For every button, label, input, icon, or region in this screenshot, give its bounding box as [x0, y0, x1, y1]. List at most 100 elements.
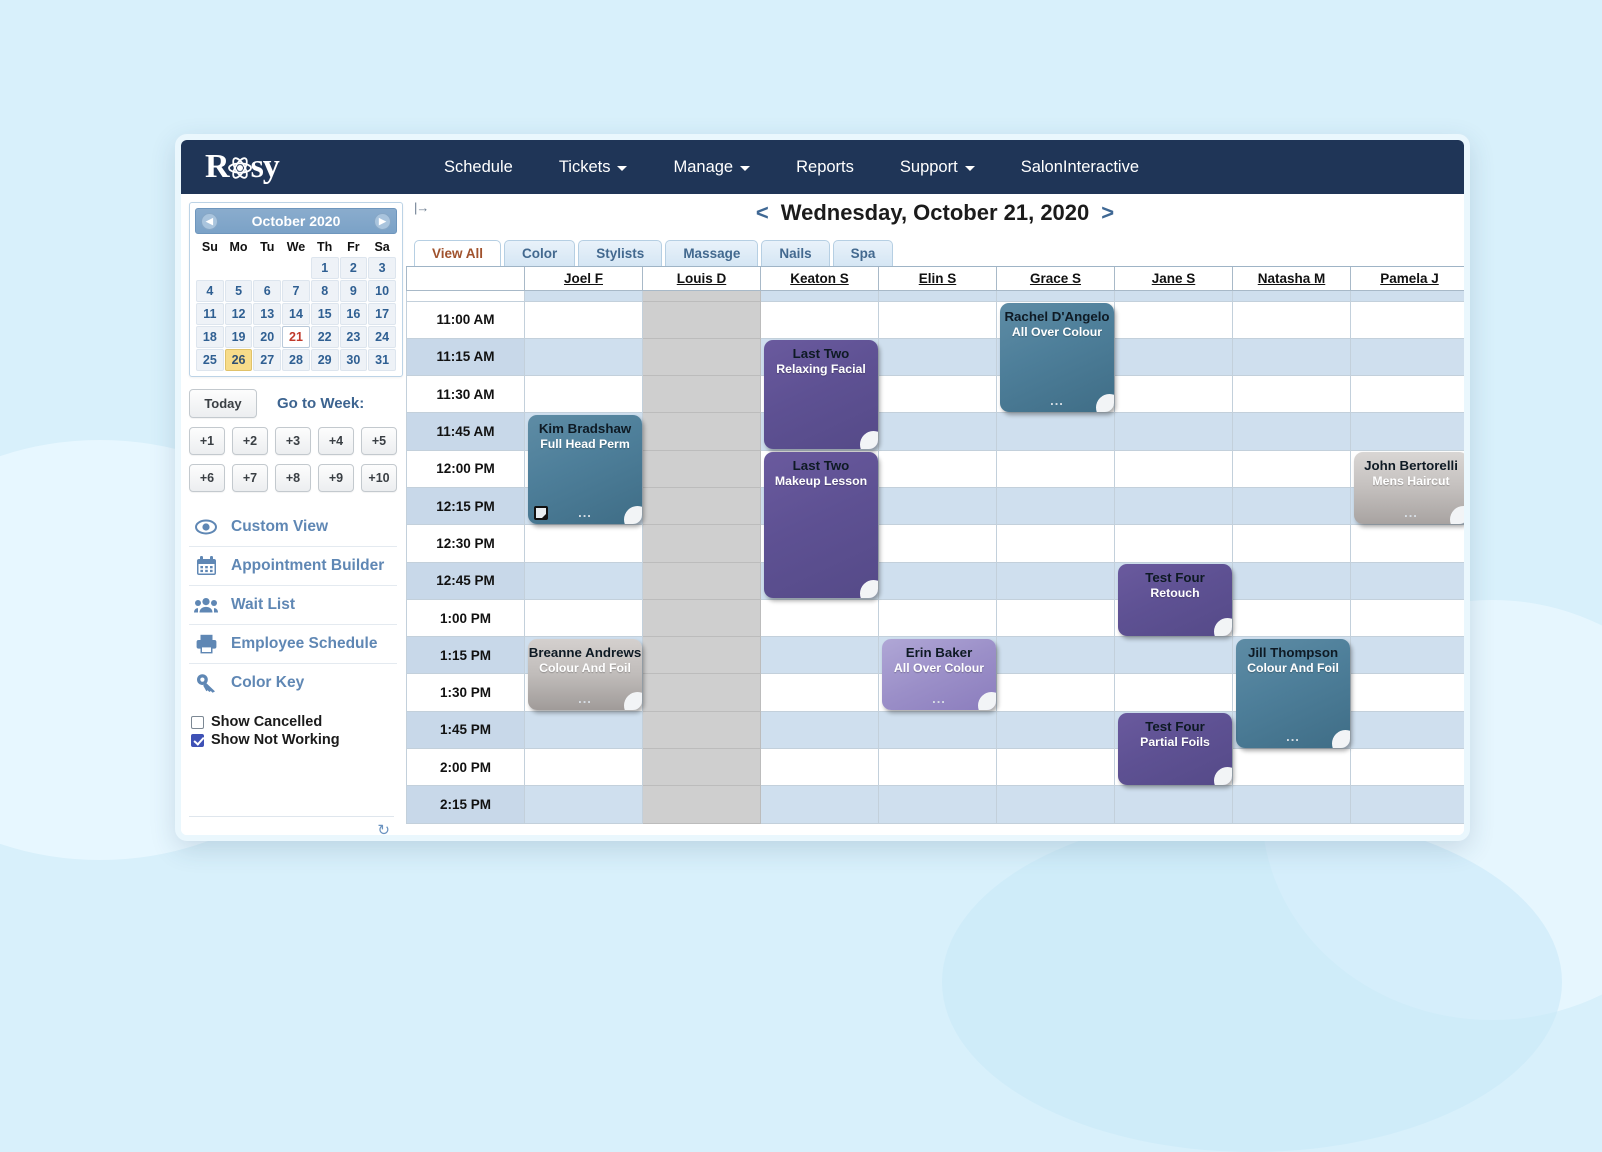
appointment-block[interactable]: Test Four Retouch	[1118, 564, 1232, 636]
week-offset-button-plus1[interactable]: +1	[189, 427, 225, 455]
schedule-slot[interactable]	[1114, 337, 1233, 377]
calendar-day-25[interactable]: 25	[196, 349, 224, 371]
calendar-day-23[interactable]: 23	[339, 326, 368, 348]
schedule-slot[interactable]	[524, 561, 643, 600]
schedule-slot[interactable]	[1232, 337, 1351, 377]
schedule-slot[interactable]	[1232, 598, 1351, 638]
chevron-right-icon[interactable]: ▶	[374, 212, 391, 230]
schedule-slot[interactable]	[1350, 785, 1464, 824]
sidebar-item-wait-list[interactable]: Wait List	[189, 586, 397, 625]
nav-item-saloninteractive[interactable]: SalonInteractive	[998, 158, 1162, 177]
schedule-slot[interactable]	[878, 710, 997, 750]
schedule-slot[interactable]	[760, 300, 879, 339]
week-offset-button-plus8[interactable]: +8	[275, 464, 311, 492]
calendar-day-11[interactable]: 11	[196, 303, 224, 325]
calendar-day-12[interactable]: 12	[224, 303, 253, 325]
calendar-day-15[interactable]: 15	[310, 303, 339, 325]
schedule-slot[interactable]	[642, 524, 761, 563]
schedule-slot[interactable]	[1350, 300, 1464, 339]
schedule-slot[interactable]	[1114, 636, 1233, 675]
schedule-slot[interactable]	[760, 673, 879, 712]
schedule-slot[interactable]	[1232, 785, 1351, 824]
appointment-block[interactable]: Test Four Partial Foils	[1118, 713, 1232, 785]
appointment-resize-handle[interactable]	[860, 431, 878, 450]
prev-day-button[interactable]: <	[756, 200, 769, 225]
schedule-slot[interactable]	[1232, 300, 1351, 339]
column-header-louis-d[interactable]: Louis D	[642, 267, 761, 291]
schedule-slot[interactable]	[760, 748, 879, 787]
schedule-slot[interactable]	[1114, 375, 1233, 414]
schedule-slot[interactable]	[642, 561, 761, 600]
schedule-slot[interactable]	[878, 486, 997, 526]
schedule-slot[interactable]	[760, 710, 879, 750]
calendar-day-24[interactable]: 24	[368, 326, 396, 348]
schedule-slot[interactable]	[760, 636, 879, 675]
nav-item-reports[interactable]: Reports	[773, 158, 877, 177]
schedule-slot[interactable]	[524, 524, 643, 563]
schedule-slot[interactable]	[996, 636, 1115, 675]
schedule-slot[interactable]	[1350, 375, 1464, 414]
schedule-slot[interactable]	[1114, 673, 1233, 712]
schedule-slot[interactable]	[524, 785, 643, 824]
calendar-day-5[interactable]: 5	[224, 280, 253, 302]
tab-spa[interactable]: Spa	[832, 240, 894, 266]
schedule-slot[interactable]	[1232, 375, 1351, 414]
schedule-slot[interactable]	[1350, 337, 1464, 377]
calendar-day-18[interactable]: 18	[196, 326, 224, 348]
week-offset-button-plus3[interactable]: +3	[275, 427, 311, 455]
calendar-day-16[interactable]: 16	[339, 303, 368, 325]
nav-item-tickets[interactable]: Tickets	[536, 158, 651, 177]
schedule-slot[interactable]	[878, 412, 997, 451]
schedule-slot[interactable]	[878, 337, 997, 377]
schedule-slot[interactable]	[1114, 449, 1233, 488]
tab-color[interactable]: Color	[504, 240, 576, 266]
schedule-slot[interactable]	[1114, 412, 1233, 451]
column-header-keaton-s[interactable]: Keaton S	[760, 267, 879, 291]
week-offset-button-plus7[interactable]: +7	[232, 464, 268, 492]
schedule-slot[interactable]	[878, 561, 997, 600]
schedule-slot[interactable]	[642, 375, 761, 414]
nav-item-support[interactable]: Support	[877, 158, 998, 177]
appointment-block[interactable]: Last Two Makeup Lesson	[764, 452, 878, 599]
schedule-slot[interactable]	[524, 300, 643, 339]
schedule-slot[interactable]	[1232, 561, 1351, 600]
sidebar-item-appointment-builder[interactable]: Appointment Builder	[189, 547, 397, 586]
schedule-slot[interactable]	[524, 748, 643, 787]
calendar-day-28[interactable]: 28	[282, 349, 310, 371]
sidebar-item-employee-schedule[interactable]: Employee Schedule	[189, 625, 397, 664]
schedule-slot[interactable]	[642, 748, 761, 787]
calendar-day-22[interactable]: 22	[310, 326, 339, 348]
calendar-day-29[interactable]: 29	[310, 349, 339, 371]
schedule-slot[interactable]	[642, 486, 761, 526]
today-button[interactable]: Today	[189, 389, 257, 418]
calendar-day-8[interactable]: 8	[310, 280, 339, 302]
schedule-slot[interactable]	[1232, 524, 1351, 563]
schedule-slot[interactable]	[996, 486, 1115, 526]
schedule-slot[interactable]	[996, 412, 1115, 451]
schedule-slot[interactable]	[642, 412, 761, 451]
week-offset-button-plus5[interactable]: +5	[361, 427, 397, 455]
sidebar-item-color-key[interactable]: Color Key	[189, 664, 397, 702]
calendar-day-9[interactable]: 9	[339, 280, 368, 302]
schedule-slot[interactable]	[524, 710, 643, 750]
week-offset-button-plus9[interactable]: +9	[318, 464, 354, 492]
column-header-elin-s[interactable]: Elin S	[878, 267, 997, 291]
appointment-more-dots[interactable]: ...	[1354, 505, 1464, 520]
note-icon[interactable]	[534, 505, 548, 520]
calendar-day-26[interactable]: 26	[224, 349, 253, 371]
nav-item-schedule[interactable]: Schedule	[421, 158, 536, 177]
schedule-slot[interactable]	[1350, 710, 1464, 750]
schedule-slot[interactable]	[996, 598, 1115, 638]
schedule-slot[interactable]	[642, 300, 761, 339]
calendar-day-17[interactable]: 17	[368, 303, 396, 325]
week-offset-button-plus6[interactable]: +6	[189, 464, 225, 492]
schedule-slot[interactable]	[1114, 300, 1233, 339]
tab-view-all[interactable]: View All	[414, 240, 502, 266]
calendar-day-14[interactable]: 14	[282, 303, 310, 325]
column-header-joel-f[interactable]: Joel F	[524, 267, 643, 291]
schedule-slot[interactable]	[996, 748, 1115, 787]
schedule-slot[interactable]	[1232, 412, 1351, 451]
calendar-day-4[interactable]: 4	[196, 280, 224, 302]
rosy-logo[interactable]: Rsy	[181, 148, 421, 186]
schedule-slot[interactable]	[878, 300, 997, 339]
